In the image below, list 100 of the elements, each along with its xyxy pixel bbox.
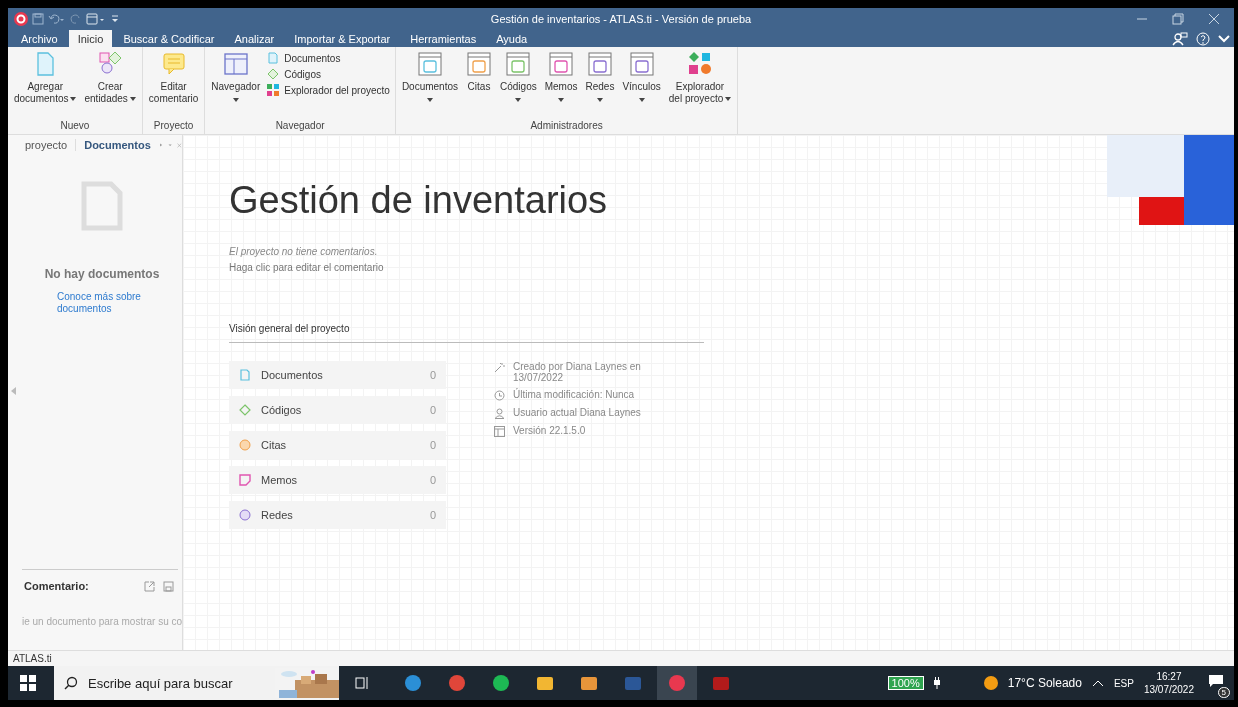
restore-icon[interactable] [1172, 13, 1184, 25]
notifications-icon[interactable] [1208, 674, 1224, 688]
ribbon-icon [548, 51, 575, 77]
ribbon-icon [687, 51, 713, 77]
info-icon [494, 390, 505, 401]
learn-more-link[interactable]: Conoce más sobre documentos [57, 291, 147, 315]
ribbon-group-label: Navegador [275, 119, 325, 133]
chevron-up-icon[interactable] [1091, 679, 1104, 687]
ribbon-button[interactable]: Explorador del proyecto [665, 49, 735, 118]
ribbon-icon [160, 51, 187, 77]
ribbon-icon [267, 84, 280, 96]
document-icon [81, 181, 123, 231]
ribbon-button[interactable]: Crear entidades [81, 49, 139, 118]
project-title: Gestión de inventarios [229, 179, 609, 222]
info-icon [494, 362, 505, 373]
ribbon-button[interactable]: Memos [541, 49, 581, 118]
ribbon-icon [416, 51, 443, 77]
status-text: ATLAS.ti [13, 653, 52, 664]
project-comment: El proyecto no tiene comentarios. [229, 246, 379, 257]
project-info-text: Creado por Diana Laynes en 13/07/2022 [513, 361, 642, 383]
ribbon-button[interactable]: Redes [582, 49, 618, 118]
undo-icon[interactable] [48, 13, 66, 25]
caret-icon [596, 98, 603, 102]
window-icon[interactable] [86, 13, 106, 25]
ribbon-tab[interactable]: Buscar & Codificar [114, 30, 224, 47]
ribbon-tab[interactable]: Inicio [68, 30, 113, 47]
start-icon[interactable] [20, 675, 36, 691]
panel-tab[interactable]: proyecto [22, 139, 71, 151]
chevron-down-icon[interactable] [1218, 33, 1230, 44]
caret-icon [725, 97, 732, 101]
ribbon-icon [267, 68, 280, 80]
save-icon[interactable] [163, 580, 174, 592]
ribbon-tab[interactable]: Archivo [12, 30, 67, 47]
ribbon-icon [222, 51, 249, 77]
close-icon[interactable] [1208, 13, 1220, 25]
language-indicator[interactable]: ESP [1113, 677, 1134, 689]
entity-count-row[interactable]: Redes 0 [229, 501, 446, 529]
ribbon-button[interactable]: Códigos [265, 67, 392, 81]
ribbon-button[interactable]: Códigos [497, 49, 540, 118]
battery-level: 100% [887, 676, 924, 690]
ribbon-button[interactable]: Agregar documentos [11, 49, 80, 118]
ribbon-icon [628, 51, 655, 77]
scroll-right-icon[interactable] [158, 141, 164, 149]
user-icon[interactable] [1172, 31, 1188, 46]
edit-comment-link[interactable]: Haga clic para editar el comentario [229, 262, 384, 273]
clock-time[interactable]: 16:27 [1156, 670, 1182, 683]
taskbar-search-field[interactable]: Escribe aquí para buscar [54, 666, 339, 700]
window-title: Gestión de inventarios - ATLAS.ti - Versión de prueba [490, 13, 752, 25]
caret-icon [232, 98, 239, 102]
caret-icon [426, 98, 433, 102]
search-input[interactable]: Escribe aquí para buscar [86, 674, 250, 692]
ribbon-button[interactable]: Documentos [265, 51, 392, 65]
comment-label: Comentario: [24, 580, 89, 592]
ribbon-icon [97, 51, 124, 77]
caret-icon [558, 98, 565, 102]
entity-icon [239, 369, 251, 381]
help-icon[interactable] [1196, 31, 1210, 46]
ribbon-button[interactable]: Explorador del proyecto [265, 83, 392, 97]
ribbon-icon [466, 51, 492, 77]
caret-icon [129, 97, 136, 101]
ribbon-group-label: Administradores [530, 119, 603, 133]
entity-count-row[interactable]: Códigos 0 [229, 396, 446, 424]
ribbon-tab[interactable]: Ayuda [487, 30, 537, 47]
info-icon [494, 426, 505, 437]
entity-count-row[interactable]: Citas 0 [229, 431, 446, 459]
ribbon-button[interactable]: Citas [463, 49, 495, 118]
entity-icon [239, 439, 251, 451]
save-icon[interactable] [32, 13, 44, 25]
ribbon-tab[interactable]: Analizar [225, 30, 284, 47]
ribbon-icon [505, 51, 532, 77]
empty-message: No hay documentos [44, 267, 160, 281]
ribbon-tab[interactable]: Herramientas [401, 30, 486, 47]
ribbon-group-label: Nuevo [60, 119, 90, 133]
clock-date[interactable]: 13/07/2022 [1143, 683, 1194, 696]
entity-icon [239, 404, 251, 416]
ribbon-button[interactable]: Vínculos [619, 49, 664, 118]
ribbon-group-label: Proyecto [153, 119, 194, 133]
project-info-text: Última modificación: Nunca [513, 389, 635, 400]
ribbon-button[interactable]: Documentos [398, 49, 461, 118]
app-logo-icon [14, 12, 28, 26]
entity-count-row[interactable]: Documentos 0 [229, 361, 446, 389]
ribbon-icon [267, 52, 280, 64]
entity-icon [239, 474, 251, 486]
external-link-icon[interactable] [144, 580, 155, 592]
panel-tab[interactable]: Documentos [75, 139, 154, 151]
ribbon-tab[interactable]: Importar & Exportar [285, 30, 400, 47]
entity-count-row[interactable]: Memos 0 [229, 466, 446, 494]
caret-icon [70, 97, 77, 101]
ribbon-button[interactable]: Navegador [208, 49, 264, 118]
entity-icon [239, 509, 251, 521]
customize-icon[interactable] [110, 13, 120, 25]
search-icon [64, 676, 78, 690]
ribbon-button[interactable]: Editar comentario [145, 49, 202, 118]
weather-text[interactable]: 17°C Soleado [1007, 676, 1082, 690]
caret-icon [638, 98, 645, 102]
task-view-icon[interactable] [355, 676, 369, 690]
caret-icon [515, 98, 522, 102]
sun-icon[interactable] [983, 676, 998, 690]
notification-count: 5 [1217, 687, 1230, 698]
project-info-text: Usuario actual Diana Laynes [513, 407, 641, 418]
